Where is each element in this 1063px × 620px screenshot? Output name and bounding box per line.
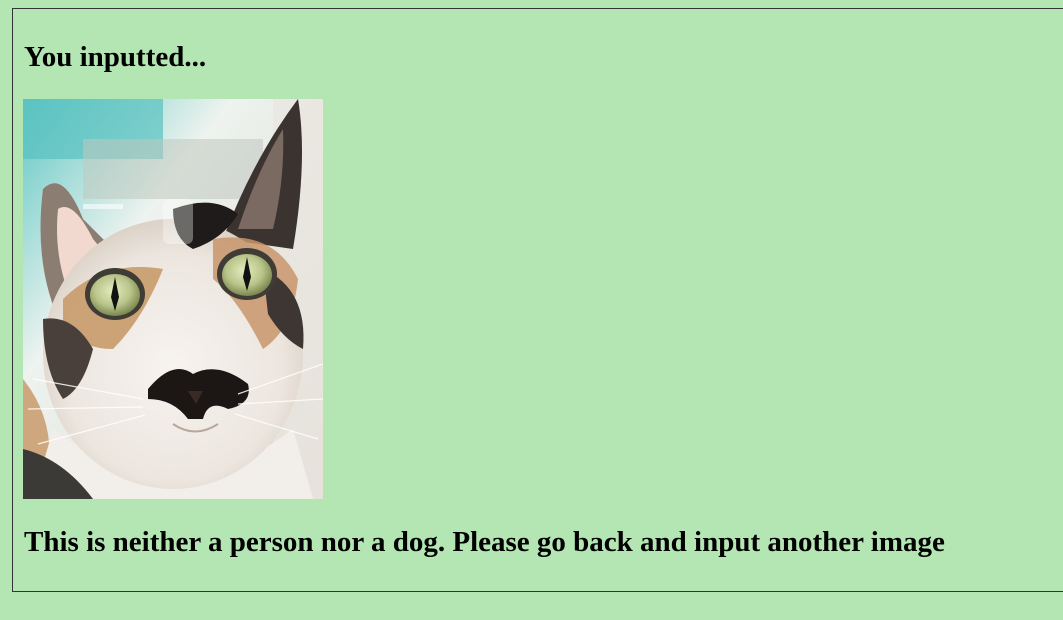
result-panel: You inputted... This is neither a person…	[12, 8, 1063, 592]
result-message: This is neither a person nor a dog. Plea…	[24, 526, 945, 558]
cat-photo-illustration	[23, 99, 323, 499]
uploaded-image	[23, 99, 323, 499]
result-heading: You inputted...	[24, 41, 207, 73]
